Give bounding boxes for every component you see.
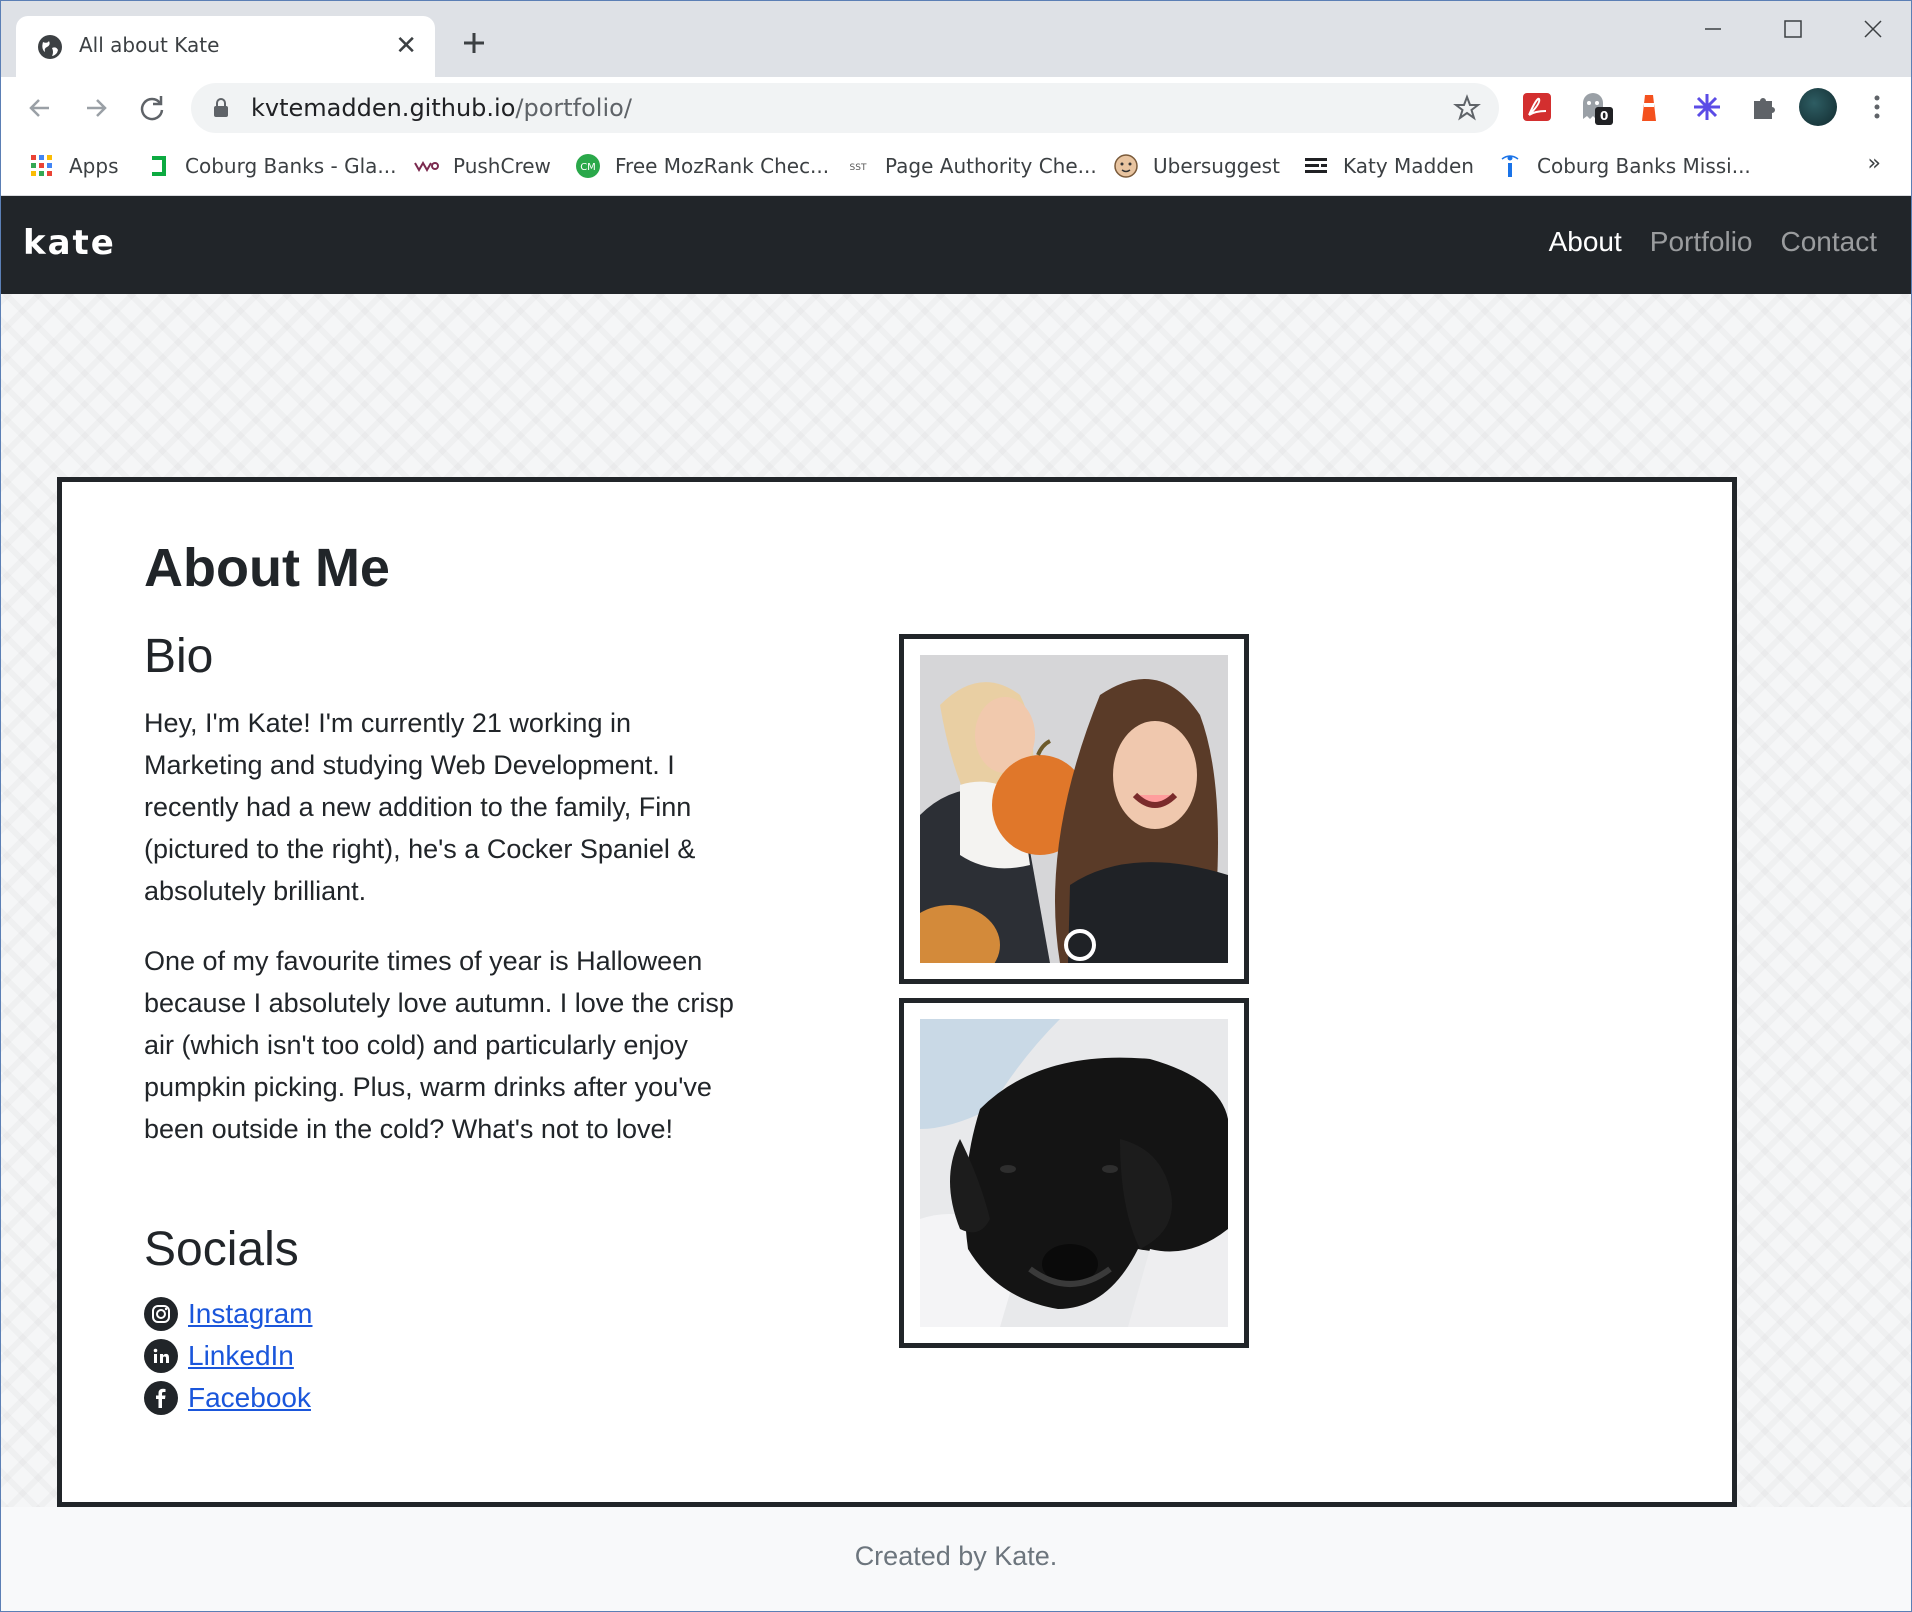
- bookmark-ubersuggest[interactable]: Ubersuggest: [1113, 151, 1280, 181]
- menu-dots-icon[interactable]: [1859, 89, 1895, 125]
- acrobat-extension-icon[interactable]: [1519, 89, 1555, 125]
- site-navbar: kate About Portfolio Contact: [1, 196, 1911, 294]
- profile-avatar[interactable]: [1799, 88, 1837, 126]
- halloween-photo-frame: [899, 634, 1249, 984]
- asterisk-extension-icon[interactable]: [1689, 89, 1725, 125]
- bookmark-pushcrew[interactable]: PushCrew: [413, 151, 551, 181]
- bookmark-katy-madden[interactable]: Katy Madden: [1303, 151, 1474, 181]
- facebook-icon: [144, 1381, 178, 1415]
- social-facebook: Facebook: [144, 1381, 311, 1415]
- globe-icon: [38, 35, 62, 59]
- bookmark-label: Coburg Banks - Gla...: [185, 154, 397, 178]
- url-text[interactable]: kvtemadden.github.io/portfolio/: [251, 94, 632, 122]
- apps-grid-icon: [31, 155, 52, 176]
- reload-icon[interactable]: [135, 91, 169, 125]
- menu-lines-icon: [1305, 158, 1327, 173]
- dog-finn-photo-frame: [899, 998, 1249, 1348]
- bookmark-coburg-banks-glassdoor[interactable]: Coburg Banks - Gla...: [145, 151, 396, 181]
- url-host: kvtemadden.github.io: [251, 94, 516, 122]
- forward-icon[interactable]: [79, 91, 113, 125]
- bookmark-label: Katy Madden: [1343, 154, 1474, 178]
- halloween-selfie-photo: [920, 655, 1228, 963]
- minimize-icon[interactable]: [1685, 11, 1741, 47]
- site-footer: Created by Kate.: [1, 1507, 1911, 1611]
- social-instagram: Instagram: [144, 1297, 313, 1331]
- svg-text:SST: SST: [850, 163, 867, 173]
- about-card: About Me Bio Hey, I'm Kate! I'm currentl…: [57, 477, 1737, 1507]
- extension-badge: 0: [1595, 107, 1614, 125]
- bookmark-free-mozrank[interactable]: CM Free MozRank Chec...: [575, 151, 829, 181]
- back-icon[interactable]: [23, 91, 57, 125]
- instagram-icon: [144, 1297, 178, 1331]
- bookmark-page-authority[interactable]: SST Page Authority Che...: [845, 151, 1097, 181]
- address-bar[interactable]: kvtemadden.github.io/portfolio/: [191, 83, 1499, 133]
- bookmark-apps[interactable]: Apps: [29, 151, 119, 181]
- bio-heading: Bio: [144, 630, 214, 683]
- site-brand[interactable]: kate: [23, 223, 116, 263]
- page-viewport: kate About Portfolio Contact About Me Bi…: [1, 196, 1911, 1611]
- bookmark-label: Apps: [69, 154, 119, 178]
- nav-portfolio-link[interactable]: Portfolio: [1650, 226, 1753, 258]
- linkedin-icon: [144, 1339, 178, 1373]
- nav-contact-link[interactable]: Contact: [1781, 226, 1878, 258]
- bookmarks-bar: Apps Coburg Banks - Gla... PushCrew CM F…: [1, 139, 1911, 196]
- browser-titlebar: All about Kate ✕: [1, 1, 1911, 77]
- bookmark-label: PushCrew: [453, 154, 551, 178]
- about-heading: About Me: [144, 538, 390, 598]
- bookmark-label: Ubersuggest: [1153, 154, 1280, 178]
- tab-title: All about Kate: [79, 33, 220, 57]
- facebook-link[interactable]: Facebook: [188, 1382, 311, 1414]
- url-path: /portfolio/: [515, 94, 632, 122]
- vwo-icon: [414, 160, 439, 173]
- tab-close-icon[interactable]: ✕: [395, 30, 417, 62]
- lighthouse-extension-icon[interactable]: [1631, 89, 1667, 125]
- bookmark-coburg-banks-mission[interactable]: Coburg Banks Missi...: [1497, 151, 1751, 181]
- linkedin-link[interactable]: LinkedIn: [188, 1340, 294, 1372]
- nav-about-link[interactable]: About: [1549, 226, 1622, 258]
- bookmark-label: Coburg Banks Missi...: [1537, 154, 1751, 178]
- ghostery-extension-icon[interactable]: 0: [1575, 89, 1614, 125]
- extensions-puzzle-icon[interactable]: [1745, 89, 1781, 125]
- browser-toolbar: kvtemadden.github.io/portfolio/ 0: [1, 77, 1911, 139]
- bio-paragraph-1: Hey, I'm Kate! I'm currently 21 working …: [144, 708, 696, 906]
- footer-text: Created by Kate.: [854, 1541, 1058, 1571]
- sst-icon: SST: [850, 163, 867, 173]
- dog-finn-photo: [920, 1019, 1228, 1327]
- info-icon: [1501, 155, 1519, 177]
- cm-icon: CM: [576, 154, 600, 178]
- patterned-background: About Me Bio Hey, I'm Kate! I'm currentl…: [1, 294, 1911, 1507]
- svg-text:CM: CM: [580, 162, 596, 173]
- browser-tab[interactable]: All about Kate ✕: [16, 16, 435, 77]
- social-linkedin: LinkedIn: [144, 1339, 294, 1373]
- glassdoor-icon: [152, 156, 166, 176]
- lock-icon[interactable]: [213, 98, 229, 118]
- close-window-icon[interactable]: [1845, 11, 1901, 47]
- bookmark-label: Page Authority Che...: [885, 154, 1097, 178]
- nav-links: About Portfolio Contact: [1549, 226, 1877, 258]
- socials-heading: Socials: [144, 1223, 299, 1276]
- bookmark-label: Free MozRank Chec...: [615, 154, 830, 178]
- bio-paragraph-2: One of my favourite times of year is Hal…: [144, 946, 734, 1144]
- instagram-link[interactable]: Instagram: [188, 1298, 313, 1330]
- bookmarks-overflow-icon[interactable]: »: [1868, 151, 1881, 176]
- ubersuggest-icon: [1114, 154, 1138, 178]
- maximize-icon[interactable]: [1765, 11, 1821, 47]
- bookmark-star-icon[interactable]: [1453, 94, 1481, 122]
- new-tab-icon[interactable]: [456, 25, 492, 61]
